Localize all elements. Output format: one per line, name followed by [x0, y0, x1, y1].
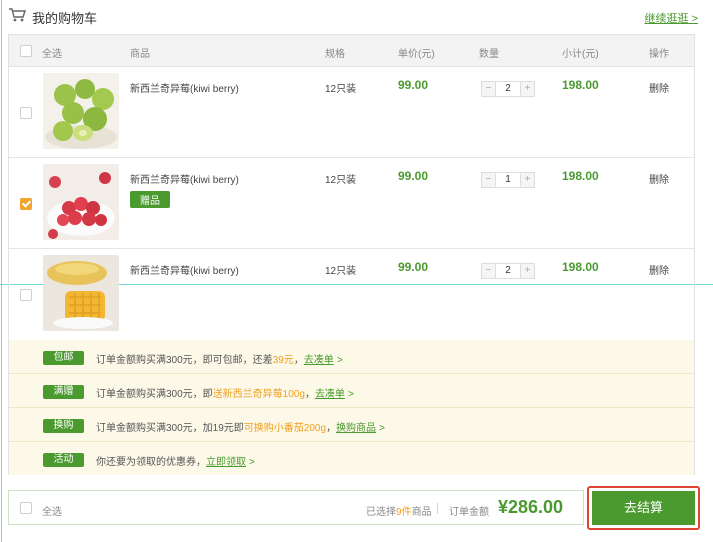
- select-all-checkbox-footer[interactable]: [20, 502, 32, 514]
- table-header: 全选 商品 规格 单价(元) 数量 小计(元) 操作: [9, 35, 694, 67]
- quantity-value[interactable]: 2: [496, 264, 520, 278]
- quantity-minus-button[interactable]: −: [482, 173, 496, 187]
- item-checkbox[interactable]: [20, 107, 32, 119]
- footer-separator: |: [436, 502, 439, 514]
- promotion-text: 你还要为领取的优惠券，立即领取 >: [96, 457, 255, 468]
- selected-count: 9件: [396, 507, 412, 518]
- promotion-tag: 换购: [43, 419, 84, 433]
- promotion-tag: 满赠: [43, 385, 84, 399]
- quantity-minus-button[interactable]: −: [482, 82, 496, 96]
- promotion-row-exchange: 换购 订单金额购买满300元，加19元即可换购小番茄200g，换购商品 >: [9, 408, 694, 442]
- page-title: 我的购物车: [32, 11, 98, 26]
- continue-shopping-link[interactable]: 继续逛逛 >: [645, 10, 698, 26]
- select-all-checkbox-header[interactable]: [20, 45, 32, 57]
- product-image-mango[interactable]: [43, 255, 119, 331]
- chevron-right-icon: >: [347, 389, 354, 400]
- promotion-link[interactable]: 去凑单: [315, 389, 345, 400]
- item-subtotal: 198.00: [562, 78, 599, 92]
- promotion-link[interactable]: 立即领取: [206, 457, 246, 468]
- header-quantity: 数量: [479, 49, 499, 60]
- promotion-text: 订单金额购买满300元，即可包邮，还差39元，去凑单 >: [96, 355, 343, 366]
- quantity-minus-button[interactable]: −: [482, 264, 496, 278]
- chevron-right-icon: >: [336, 355, 343, 366]
- promotion-row-activity: 活动 你还要为领取的优惠券，立即领取 >: [9, 442, 694, 476]
- quantity-stepper: − 1 +: [481, 172, 535, 188]
- product-name[interactable]: 新西兰奇异莓(kiwi berry): [130, 171, 239, 186]
- header-product: 商品: [130, 49, 150, 60]
- promotion-tag: 活动: [43, 453, 84, 467]
- table-row: 新西兰奇异莓(kiwi berry) 12只装 99.00 − 2 + 198.…: [9, 249, 694, 340]
- shopping-cart-icon: [9, 8, 26, 22]
- quantity-value[interactable]: 2: [496, 82, 520, 96]
- guide-line-vertical: [1, 0, 2, 542]
- delete-link[interactable]: 删除: [649, 262, 669, 277]
- item-checkbox-checked[interactable]: [20, 198, 32, 210]
- order-amount-label: 订单金额: [449, 507, 489, 518]
- quantity-plus-button[interactable]: +: [520, 82, 534, 96]
- unit-price: 99.00: [398, 78, 429, 92]
- quantity-stepper: − 2 +: [481, 263, 535, 279]
- product-spec: 12只装: [325, 84, 357, 95]
- quantity-value[interactable]: 1: [496, 173, 520, 187]
- header-spec: 规格: [325, 49, 345, 60]
- header-subtotal: 小计(元): [562, 49, 599, 60]
- product-image-raspberry[interactable]: [43, 164, 119, 240]
- unit-price: 99.00: [398, 260, 429, 274]
- checkout-button[interactable]: 去结算: [592, 491, 695, 525]
- item-checkbox[interactable]: [20, 289, 32, 301]
- cart-table: 全选 商品 规格 单价(元) 数量 小计(元) 操作 新西兰奇异莓(kiwi b…: [8, 34, 695, 475]
- gift-badge: 赠品: [130, 191, 170, 208]
- order-total: ¥286.00: [498, 497, 564, 517]
- promotion-row-free-shipping: 包邮 订单金额购买满300元，即可包邮，还差39元，去凑单 >: [9, 340, 694, 374]
- quantity-plus-button[interactable]: +: [520, 264, 534, 278]
- product-name[interactable]: 新西兰奇异莓(kiwi berry): [130, 80, 239, 95]
- promotion-link[interactable]: 换购商品: [336, 423, 376, 434]
- product-spec: 12只装: [325, 175, 357, 186]
- promotion-text: 订单金额购买满300元，即送新西兰奇异莓100g，去凑单 >: [96, 389, 354, 400]
- header-action: 操作: [649, 49, 669, 60]
- delete-link[interactable]: 删除: [649, 171, 669, 186]
- table-row: 新西兰奇异莓(kiwi berry) 12只装 99.00 − 2 + 198.…: [9, 67, 694, 158]
- item-subtotal: 198.00: [562, 169, 599, 183]
- item-subtotal: 198.00: [562, 260, 599, 274]
- chevron-right-icon: >: [379, 423, 385, 434]
- promotion-text: 订单金额购买满300元，加19元即可换购小番茄200g，换购商品 >: [96, 423, 385, 434]
- delete-link[interactable]: 删除: [649, 80, 669, 95]
- product-spec: 12只装: [325, 266, 357, 277]
- product-image-kiwi[interactable]: [43, 73, 119, 149]
- promotion-link[interactable]: 去凑单: [304, 355, 334, 366]
- checkout-bar: 全选 已选择9件商品 | 订单金额 ¥286.00: [8, 490, 584, 525]
- header-select-all: 全选: [42, 49, 62, 60]
- quantity-plus-button[interactable]: +: [520, 173, 534, 187]
- footer-select-all-label: 全选: [42, 507, 62, 518]
- cart-header: 我的购物车 继续逛逛 >: [8, 6, 698, 28]
- table-row: 新西兰奇异莓(kiwi berry) 赠品 12只装 99.00 − 1 + 1…: [9, 158, 694, 249]
- chevron-right-icon: >: [249, 457, 255, 468]
- quantity-stepper: − 2 +: [481, 81, 535, 97]
- product-name[interactable]: 新西兰奇异莓(kiwi berry): [130, 262, 239, 277]
- selected-summary: 已选择9件商品: [366, 507, 432, 518]
- promotion-row-gift: 满赠 订单金额购买满300元，即送新西兰奇异莓100g，去凑单 >: [9, 374, 694, 408]
- unit-price: 99.00: [398, 169, 429, 183]
- promotion-panel: 包邮 订单金额购买满300元，即可包邮，还差39元，去凑单 > 满赠 订单金额购买…: [9, 340, 694, 475]
- header-unit-price: 单价(元): [398, 49, 435, 60]
- promotion-tag: 包邮: [43, 351, 84, 365]
